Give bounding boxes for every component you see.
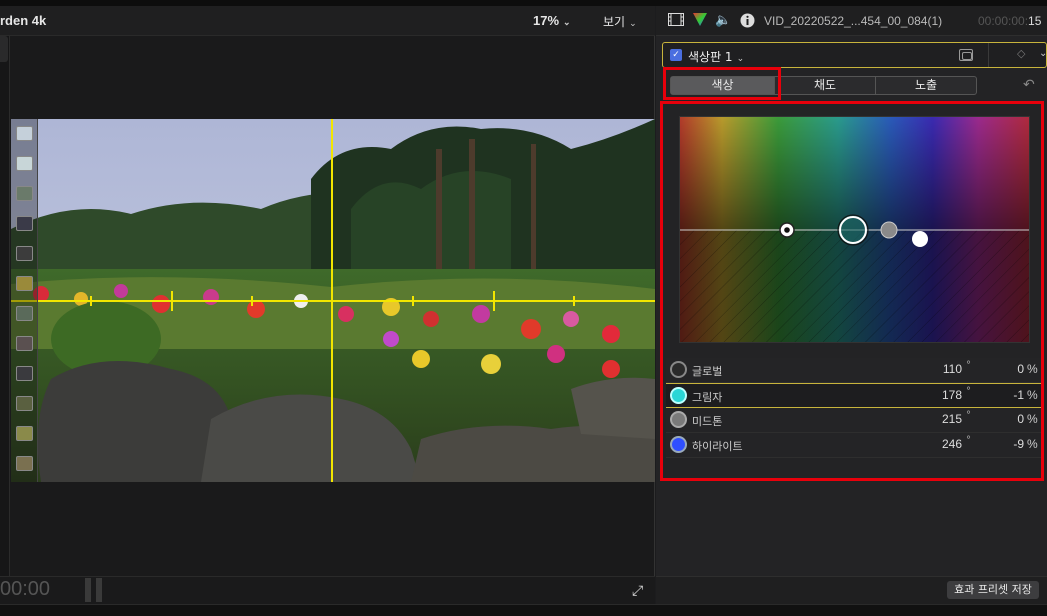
file-timecode: 00:00:00:15 [978,14,1041,28]
highlight-box-panel [660,101,1044,481]
clip-title: rden 4k [0,13,47,28]
swatch-3[interactable] [16,186,33,201]
speaker-icon[interactable]: 🔈 [715,13,731,28]
swatch-5[interactable] [16,246,33,261]
file-timecode-bright: 15 [1028,14,1042,28]
viewer-header: rden 4k 17% ⌄ 보기 ⌄ [0,6,655,36]
swatch-7[interactable] [16,306,33,321]
timecode-display: 00:00 [0,578,51,600]
left-panel-handle[interactable] [0,36,8,62]
file-timecode-dim: 00:00:00: [978,14,1029,28]
checkmark-icon[interactable]: ✓ [670,49,682,61]
file-name: VID_20220522_...454_00_084(1) [764,14,943,28]
zoom-value: 17% [533,13,560,28]
playback-indicator [85,578,103,602]
chevron-down-icon: ⌄ [629,18,637,28]
mask-icon[interactable] [959,49,973,61]
color-triangle-icon[interactable] [693,13,707,30]
zoom-menu[interactable]: 17% ⌄ [533,13,571,28]
color-board-name-text: 색상판 1 [688,50,733,64]
swatch-8[interactable] [16,336,33,351]
fullscreen-icon[interactable]: ⤢ [632,583,643,599]
inspector-header: 🔈 VID_20220522_...454_00_084(1) 00:00:00… [656,6,1047,36]
swatch-4[interactable] [16,216,33,231]
app-window: rden 4k 17% ⌄ 보기 ⌄ 00:00 ⤢ 🔈 VID_2022052… [0,0,1047,616]
divider [988,43,989,67]
swatch-12[interactable] [16,456,33,471]
video-frame[interactable] [11,119,655,482]
bottom-strip [0,604,1047,616]
left-panel-edge [0,36,10,576]
keyframe-diamond-icon[interactable]: ◇ [1017,47,1025,60]
reset-icon[interactable]: ↶ [1023,77,1035,93]
view-menu[interactable]: 보기 ⌄ [603,13,637,30]
color-board-name[interactable]: 색상판 1 ⌄ [688,48,744,65]
swatch-9[interactable] [16,366,33,381]
swatch-10[interactable] [16,396,33,411]
tab-saturation[interactable]: 채도 [775,77,875,94]
color-swatch-column [11,119,38,482]
view-menu-label: 보기 [603,15,626,29]
chevron-down-icon: ⌄ [563,17,571,27]
video-frame-image [11,119,655,482]
highlight-box-tab [663,67,781,100]
chevron-down-icon[interactable]: ⌄ [1039,48,1047,59]
save-effects-preset-button[interactable]: 효과 프리셋 저장 [947,581,1039,599]
swatch-2[interactable] [16,156,33,171]
film-icon[interactable] [668,13,684,30]
tab-exposure[interactable]: 노출 [876,77,976,94]
chevron-down-icon: ⌄ [736,54,745,64]
swatch-11[interactable] [16,426,33,441]
info-icon[interactable] [740,13,755,32]
swatch-6[interactable] [16,276,33,291]
swatch-1[interactable] [16,126,33,141]
color-board-header[interactable]: ✓ 색상판 1 ⌄ ◇ ⌄ [662,42,1047,68]
